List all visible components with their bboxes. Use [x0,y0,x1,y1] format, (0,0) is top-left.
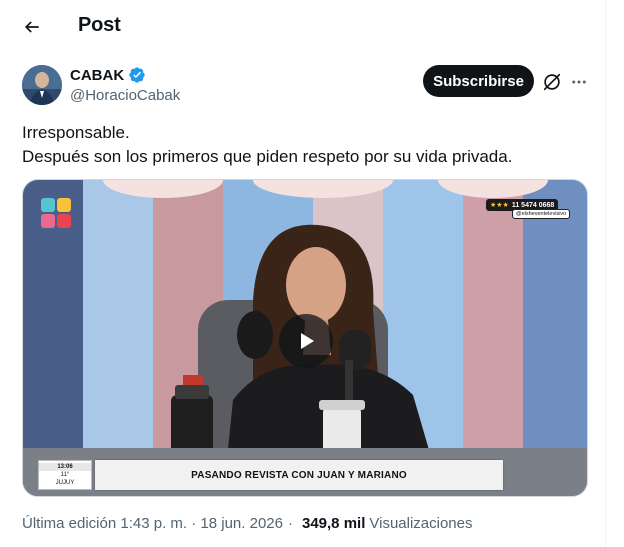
grok-icon[interactable] [541,71,563,93]
tweet-text: Irresponsable. Después son los primeros … [22,121,592,169]
author-name-row: CABAK [70,66,146,84]
channel-handle-badge: @elsheventelevisivo [512,209,571,219]
page-title: Post [78,14,121,36]
views-label: Visualizaciones [369,515,473,532]
tweet-line: Después son los primeros que piden respe… [22,147,513,166]
author-handle[interactable]: @HoracioCabak [70,87,180,104]
clock-place: JUJUY [55,480,75,486]
stars-icon: ★★★ [490,202,509,209]
column-border [605,0,606,547]
more-horizontal-icon[interactable] [568,71,590,93]
avatar[interactable] [22,65,62,105]
subscribe-button[interactable]: Subscribirse [423,65,534,97]
post-meta: Última edición 1:43 p. m. · 18 jun. 2026… [22,515,473,532]
author-name[interactable]: CABAK [70,67,124,84]
play-button[interactable] [279,314,333,368]
video-player[interactable]: ★★★ 11 5474 0668 @elsheventelevisivo 13:… [22,179,588,497]
views-count: 349,8 mil [301,515,366,532]
clock-temperature: 11° [60,472,70,478]
edited-timestamp[interactable]: Última edición 1:43 p. m. · 18 jun. 2026 [22,515,283,532]
avatar-image [22,65,62,105]
lower-third-caption: PASANDO REVISTA CON JUAN Y MARIANO [95,460,503,490]
play-icon [301,333,314,349]
tweet-line: Irresponsable. [22,123,130,142]
meta-separator: · [287,515,293,532]
post-header: Post [0,0,605,54]
clock-time: 13:06 [39,463,91,471]
phone-number: 11 5474 0668 [511,201,555,209]
arrow-left-icon [24,21,39,33]
verified-badge-icon [129,67,145,83]
back-button[interactable] [16,11,48,43]
clock-widget: 13:06 11° JUJUY [38,460,92,490]
